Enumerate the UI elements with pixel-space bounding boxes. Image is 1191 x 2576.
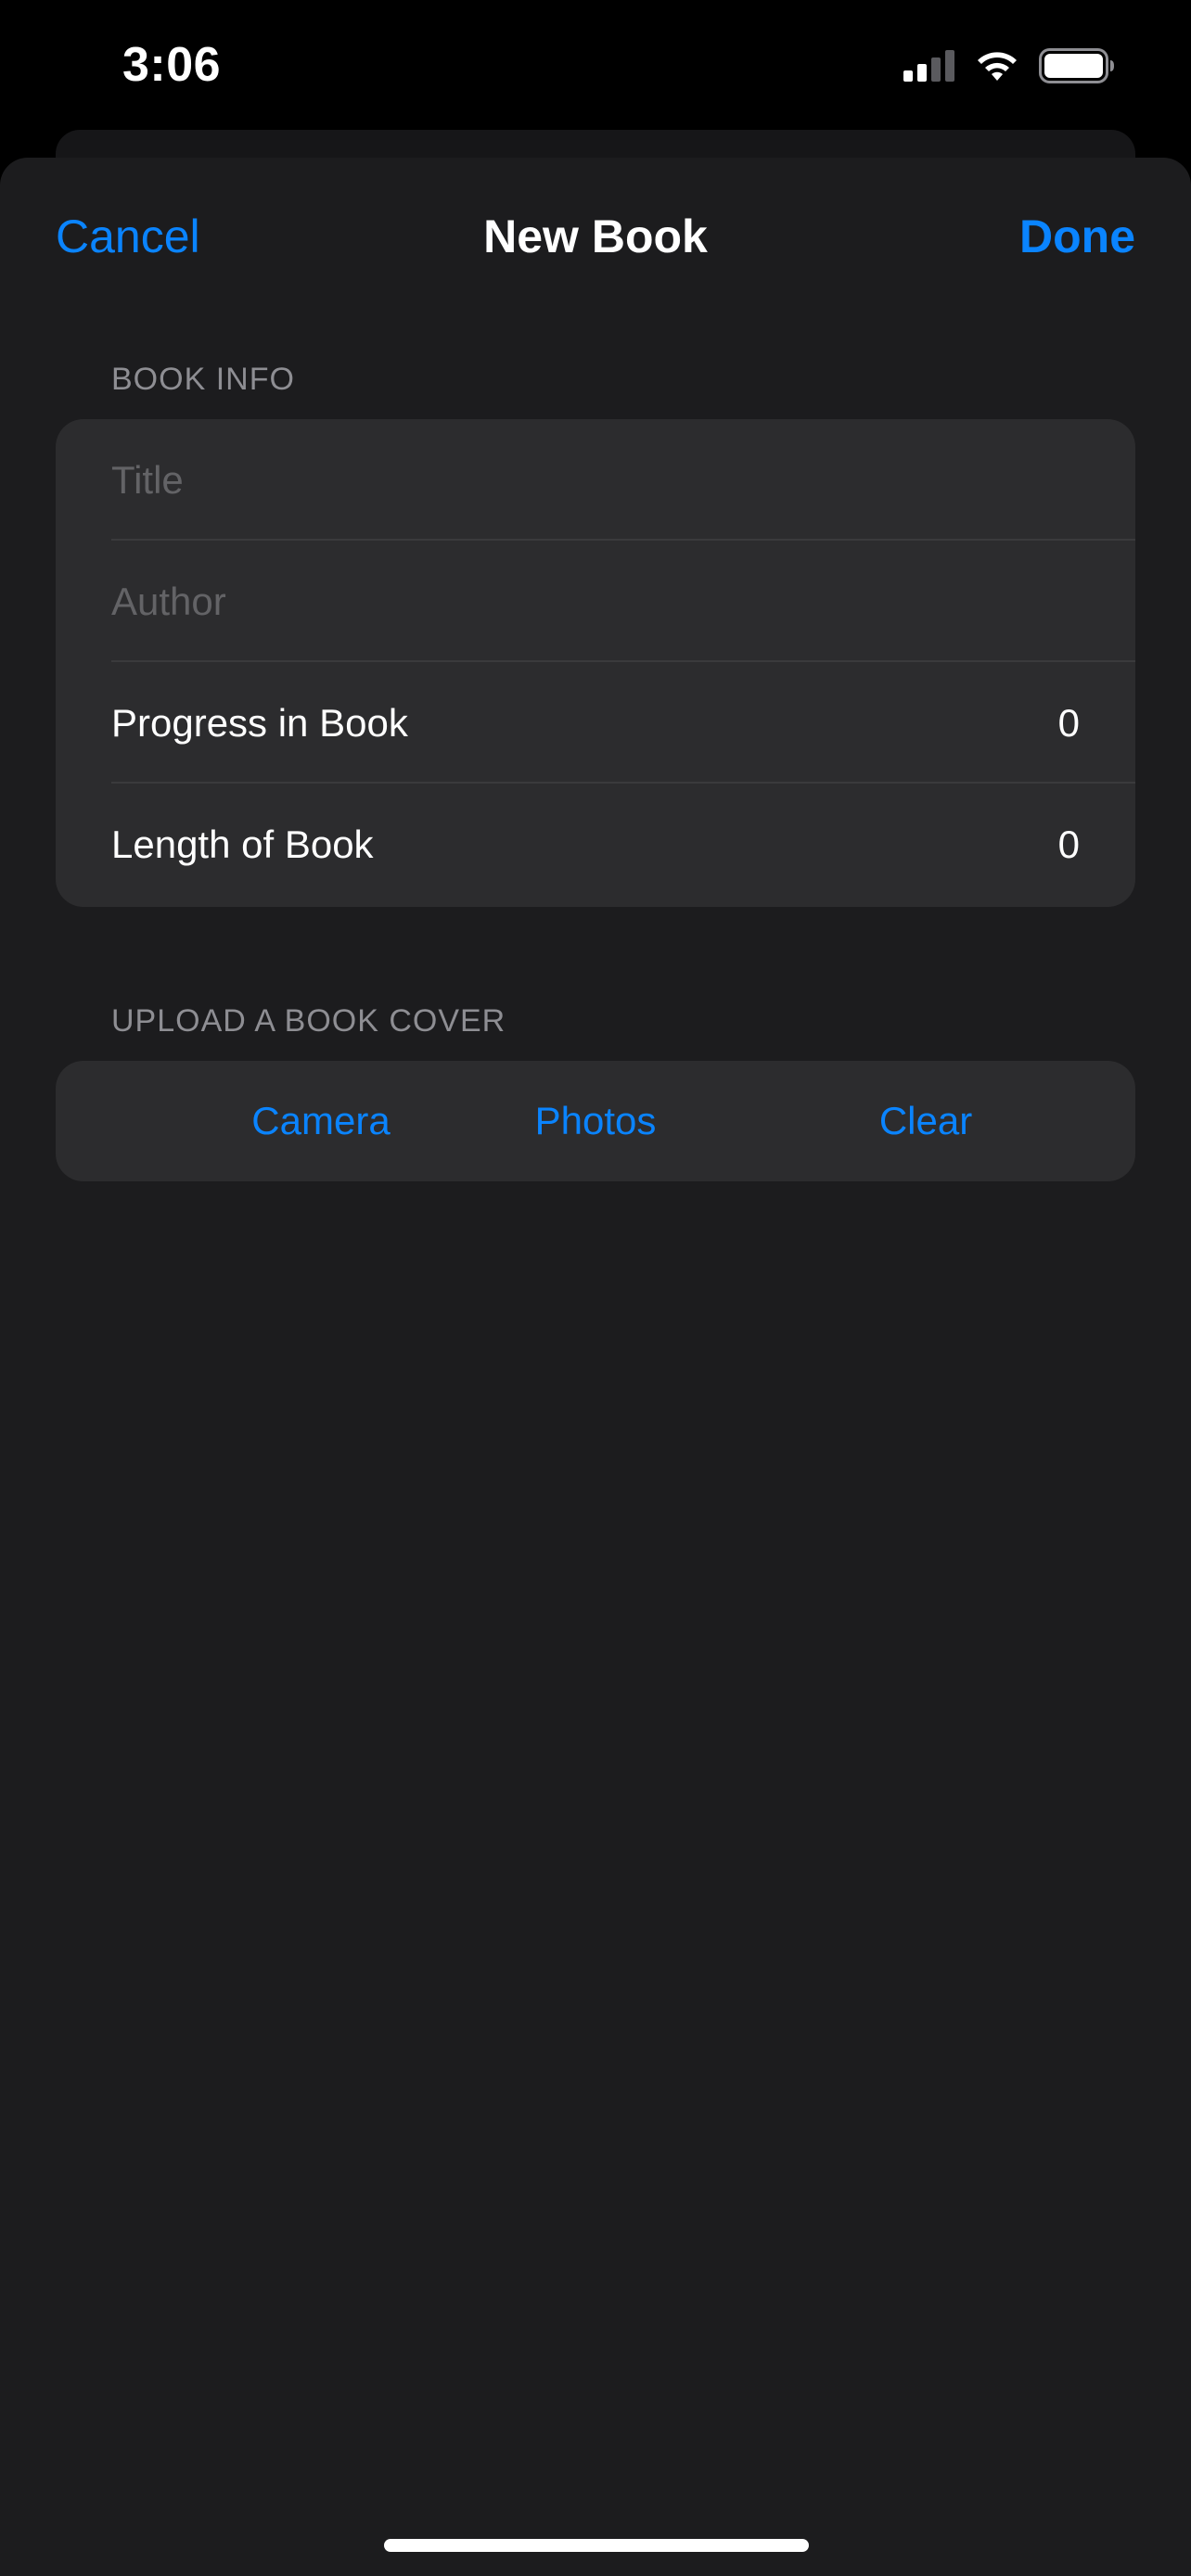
photos-button[interactable]: Photos xyxy=(456,1061,735,1181)
page-title: New Book xyxy=(483,210,708,262)
author-row xyxy=(56,541,1135,662)
book-info-group: Progress in Book 0 Length of Book 0 xyxy=(56,419,1135,907)
cover-buttons: Camera Photos Clear xyxy=(56,1061,1135,1181)
length-row[interactable]: Length of Book 0 xyxy=(56,784,1135,905)
new-book-sheet: Cancel New Book Done BOOK INFO Progress … xyxy=(0,158,1191,2576)
wifi-icon xyxy=(978,52,1017,81)
nav-bar: Cancel New Book Done xyxy=(0,158,1191,315)
progress-value[interactable]: 0 xyxy=(1058,662,1080,784)
title-input[interactable] xyxy=(111,419,1095,541)
status-bar: 3:06 xyxy=(0,0,1191,130)
status-icons xyxy=(903,48,1115,83)
battery-icon xyxy=(1039,48,1114,83)
progress-row[interactable]: Progress in Book 0 xyxy=(56,662,1135,784)
book-cover-header: UPLOAD A BOOK COVER xyxy=(111,1003,506,1039)
progress-label: Progress in Book xyxy=(111,701,408,745)
clear-button[interactable]: Clear xyxy=(787,1061,1065,1181)
home-indicator[interactable] xyxy=(384,2539,809,2552)
signal-icon xyxy=(903,50,954,82)
title-row xyxy=(56,419,1135,541)
camera-button[interactable]: Camera xyxy=(182,1061,460,1181)
book-info-header: BOOK INFO xyxy=(111,362,295,397)
status-time: 3:06 xyxy=(122,38,222,92)
length-value[interactable]: 0 xyxy=(1058,784,1080,905)
done-button[interactable]: Done xyxy=(1019,210,1135,263)
length-label: Length of Book xyxy=(111,823,374,866)
book-cover-group: Camera Photos Clear xyxy=(56,1061,1135,1181)
author-input[interactable] xyxy=(111,541,1095,662)
